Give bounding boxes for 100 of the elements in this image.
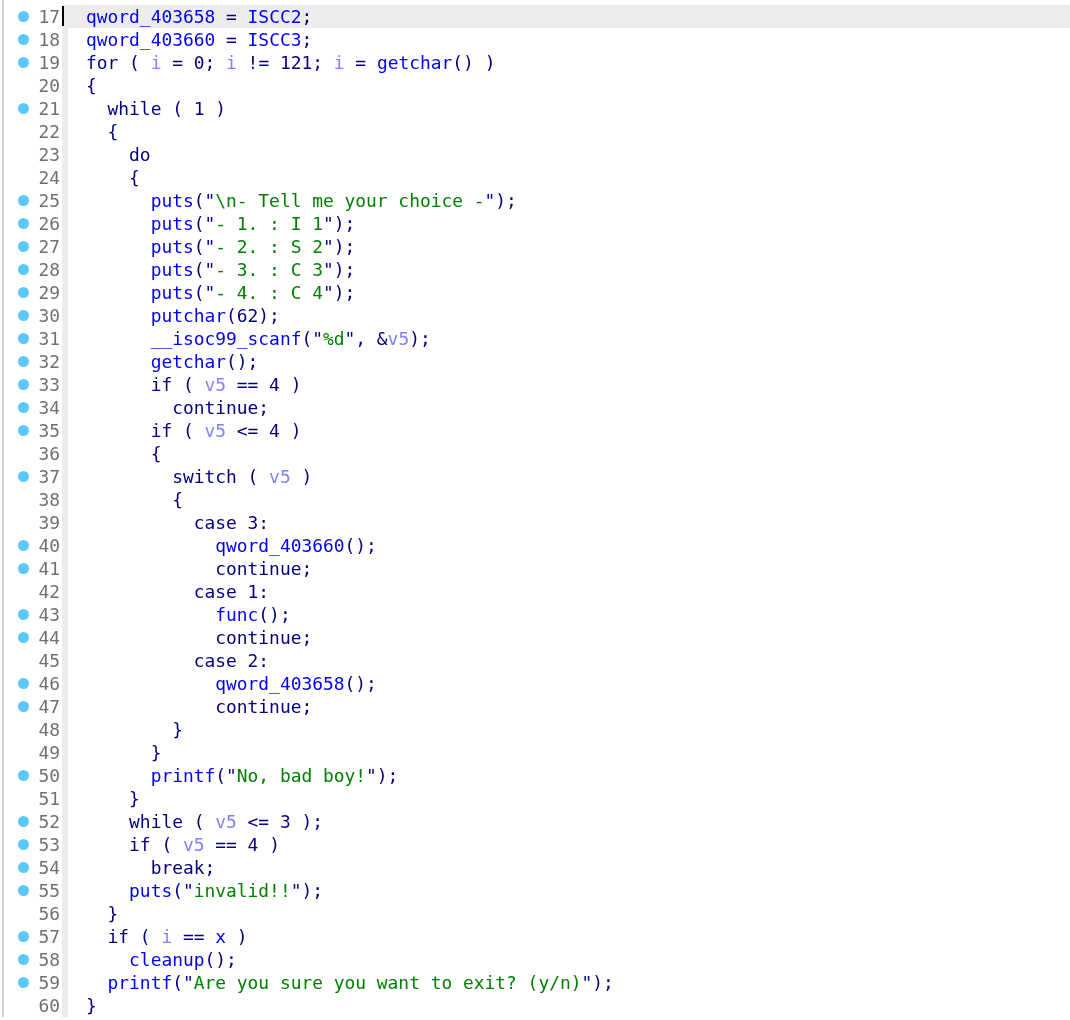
- code-line: puts("- 2. : S 2");: [149, 235, 356, 258]
- line-number: 54: [38, 856, 61, 879]
- breakpoint-dot[interactable]: [18, 310, 29, 321]
- breakpoint-dot[interactable]: [18, 816, 29, 827]
- breakpoint-dot[interactable]: [18, 402, 29, 413]
- line-number: 43: [38, 603, 61, 626]
- code-line: puts("invalid!!");: [128, 879, 323, 902]
- code-line: putchar(62);: [149, 304, 280, 327]
- breakpoint-dot[interactable]: [18, 264, 29, 275]
- code-line: func();: [214, 603, 291, 626]
- line-number: 33: [38, 373, 61, 396]
- breakpoint-dot[interactable]: [18, 241, 29, 252]
- code-line: qword_403660();: [214, 534, 377, 557]
- code-line: puts("- 3. : C 3");: [149, 258, 356, 281]
- line-number: 40: [38, 534, 61, 557]
- breakpoint-dot[interactable]: [18, 471, 29, 482]
- code-line: cleanup();: [128, 948, 237, 971]
- breakpoint-dot[interactable]: [18, 540, 29, 551]
- line-number: 56: [38, 902, 61, 925]
- line-number: 26: [38, 212, 61, 235]
- breakpoint-dot[interactable]: [18, 632, 29, 643]
- line-number: 58: [38, 948, 61, 971]
- line-number: 47: [38, 695, 61, 718]
- breakpoint-dot[interactable]: [18, 195, 29, 206]
- line-number: 34: [38, 396, 61, 419]
- line-number: 52: [38, 810, 61, 833]
- breakpoint-dot[interactable]: [18, 678, 29, 689]
- line-number: 36: [38, 442, 61, 465]
- breakpoint-dot[interactable]: [18, 563, 29, 574]
- breakpoint-dot[interactable]: [18, 862, 29, 873]
- code-line: continue;: [214, 695, 313, 718]
- line-number: 24: [38, 166, 61, 189]
- breakpoint-dot[interactable]: [18, 770, 29, 781]
- line-number: 39: [38, 511, 61, 534]
- line-number: 60: [38, 994, 61, 1017]
- code-line: if ( v5 == 4 ): [128, 833, 280, 856]
- breakpoint-dot[interactable]: [18, 379, 29, 390]
- line-number: 32: [38, 350, 61, 373]
- breakpoint-dot[interactable]: [18, 954, 29, 965]
- code-line: puts("\n- Tell me your choice -");: [149, 189, 517, 212]
- breakpoint-dot[interactable]: [18, 839, 29, 850]
- code-line: if ( v5 == 4 ): [149, 373, 302, 396]
- breakpoint-dot[interactable]: [18, 218, 29, 229]
- code-line: for ( i = 0; i != 121; i = getchar() ): [86, 51, 496, 74]
- code-line: __isoc99_scanf("%d", &v5);: [149, 327, 431, 350]
- line-number: 50: [38, 764, 61, 787]
- line-number: 51: [38, 787, 61, 810]
- code-line: }: [128, 787, 140, 810]
- breakpoint-dot[interactable]: [18, 356, 29, 367]
- line-number: 28: [38, 258, 61, 281]
- line-number: 17: [38, 5, 61, 28]
- code-line: }: [149, 741, 162, 764]
- code-line: {: [149, 442, 162, 465]
- line-number: 46: [38, 672, 61, 695]
- code-line: }: [171, 718, 183, 741]
- code-line: while ( 1 ): [106, 97, 227, 120]
- line-number: 55: [38, 879, 61, 902]
- line-number: 44: [38, 626, 61, 649]
- code-line: {: [86, 74, 97, 97]
- line-number: 53: [38, 833, 61, 856]
- line-number: 41: [38, 557, 61, 580]
- breakpoint-dot[interactable]: [18, 425, 29, 436]
- text-cursor: [62, 6, 64, 26]
- line-number: 35: [38, 419, 61, 442]
- breakpoint-dot[interactable]: [18, 701, 29, 712]
- code-line: }: [86, 994, 97, 1017]
- code-line: continue;: [171, 396, 270, 419]
- code-line: getchar();: [149, 350, 259, 373]
- line-number: 57: [38, 925, 61, 948]
- breakpoint-dot[interactable]: [18, 885, 29, 896]
- code-line: break;: [149, 856, 216, 879]
- code-line: puts("- 4. : C 4");: [149, 281, 356, 304]
- code-line: puts("- 1. : I 1");: [149, 212, 356, 235]
- code-line: printf("No, bad boy!");: [149, 764, 399, 787]
- line-number: 18: [38, 28, 61, 51]
- breakpoint-dot[interactable]: [18, 57, 29, 68]
- code-line: }: [106, 902, 119, 925]
- line-number: 42: [38, 580, 61, 603]
- breakpoint-dot[interactable]: [18, 11, 29, 22]
- breakpoint-dot[interactable]: [18, 609, 29, 620]
- breakpoint-dot[interactable]: [18, 34, 29, 45]
- code-line: qword_403658 = ISCC2;: [86, 5, 313, 28]
- line-number: 48: [38, 718, 61, 741]
- code-line: if ( i == x ): [106, 925, 248, 948]
- code-line: while ( v5 <= 3 );: [128, 810, 323, 833]
- breakpoint-dot[interactable]: [18, 977, 29, 988]
- line-number: 29: [38, 281, 61, 304]
- code-line: continue;: [214, 557, 313, 580]
- line-number: 30: [38, 304, 61, 327]
- line-number: 19: [38, 51, 61, 74]
- breakpoint-dot[interactable]: [18, 333, 29, 344]
- breakpoint-dot[interactable]: [18, 103, 29, 114]
- breakpoint-dot[interactable]: [18, 287, 29, 298]
- code-line: {: [128, 166, 140, 189]
- breakpoint-dot[interactable]: [18, 931, 29, 942]
- line-number: 21: [38, 97, 61, 120]
- code-line: do: [128, 143, 151, 166]
- line-number: 49: [38, 741, 61, 764]
- code-line: printf("Are you sure you want to exit? (y/n)");: [106, 971, 614, 994]
- code-line: if ( v5 <= 4 ): [149, 419, 302, 442]
